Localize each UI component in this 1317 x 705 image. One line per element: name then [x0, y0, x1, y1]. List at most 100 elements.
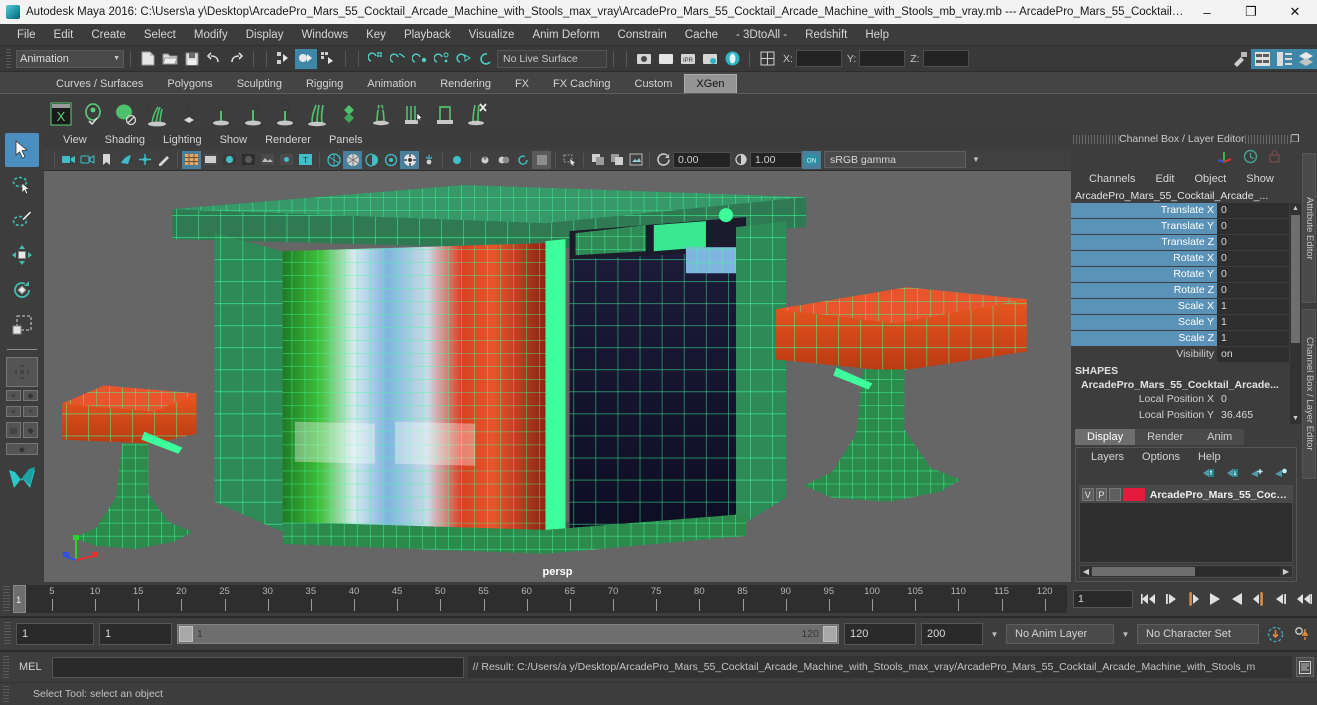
color-space-selector[interactable]: sRGB gamma [824, 151, 966, 168]
range-slider[interactable]: 1 120 [177, 624, 839, 644]
new-scene-button[interactable] [137, 49, 159, 69]
layer-playback-toggle[interactable]: P [1095, 488, 1108, 501]
channel-name[interactable]: Rotate X [1071, 251, 1217, 266]
shelf-tab-rigging[interactable]: Rigging [293, 74, 356, 93]
mel-command-input[interactable] [51, 656, 464, 678]
animation-preferences-icon[interactable] [1291, 626, 1313, 643]
hypershade-button[interactable] [721, 49, 743, 69]
bookmark-icon[interactable] [97, 151, 116, 169]
side-tab-channel-box-layer-editor[interactable]: Channel Box / Layer Editor [1302, 309, 1316, 479]
channelbox-menu-object[interactable]: Object [1184, 173, 1236, 185]
panel-grip-left[interactable] [1073, 134, 1119, 144]
layer-menu-layers[interactable]: Layers [1082, 451, 1133, 463]
two-pane-stacked-layout-button[interactable]: + [6, 406, 21, 417]
snap-to-grid-button[interactable] [365, 49, 387, 69]
channel-name[interactable]: Translate X [1071, 203, 1217, 218]
layer-move-up-icon[interactable] [1201, 467, 1216, 482]
menu-item-file[interactable]: File [8, 27, 45, 43]
menu-item-edit[interactable]: Edit [45, 27, 83, 43]
xgen-width-icon[interactable] [366, 98, 396, 130]
channel-name[interactable]: Scale Z [1071, 331, 1217, 346]
isolate-select-icon[interactable] [419, 151, 438, 169]
help-line-grip[interactable] [3, 686, 9, 702]
channel-value[interactable]: on [1217, 347, 1289, 362]
layer-scroll-thumb[interactable] [1092, 567, 1196, 576]
channel-row[interactable]: Rotate Z0 [1071, 283, 1301, 298]
undo-button[interactable] [203, 49, 225, 69]
playback-start-time-field[interactable]: 1 [99, 623, 172, 645]
make-live-button[interactable] [475, 49, 497, 69]
anim-end-time-field[interactable]: 200 [921, 623, 983, 645]
range-right-handle[interactable] [823, 626, 837, 642]
x-input[interactable] [795, 50, 842, 67]
three-pane-layout-button[interactable]: + [23, 406, 38, 417]
channel-value[interactable]: 0 [1217, 219, 1289, 234]
undock-panel-icon[interactable]: ❐ [1291, 133, 1300, 146]
shelf-tab-fx-caching[interactable]: FX Caching [541, 74, 623, 93]
input-output-connections-button[interactable] [756, 49, 778, 69]
channel-row[interactable]: Rotate X0 [1071, 251, 1301, 266]
scroll-down-icon[interactable]: ▼ [1290, 413, 1301, 424]
channel-name[interactable]: Visibility [1071, 347, 1217, 362]
grease-pencil-icon[interactable] [154, 151, 173, 169]
texture-display-icon[interactable] [258, 151, 277, 169]
channel-row[interactable]: Translate X0 [1071, 203, 1301, 218]
layer-menu-help[interactable]: Help [1189, 451, 1230, 463]
layer-tab-anim[interactable]: Anim [1195, 429, 1245, 445]
color-management-toggle-icon[interactable]: ON [802, 150, 821, 169]
viewport-menu-show[interactable]: Show [211, 134, 257, 146]
anim-start-time-field[interactable]: 1 [16, 623, 94, 645]
viewport-menu-panels[interactable]: Panels [320, 134, 372, 146]
shaded-hardware-texture-icon[interactable] [239, 151, 258, 169]
shape-node-name[interactable]: ArcadePro_Mars_55_Cocktail_Arcade... [1071, 378, 1301, 392]
channel-row[interactable]: Translate Y0 [1071, 219, 1301, 234]
channelbox-menu-edit[interactable]: Edit [1145, 173, 1184, 185]
range-row-grip[interactable] [4, 622, 11, 646]
two-pane-side-layout-button[interactable]: ◆ [23, 390, 38, 401]
shelf-tab-fx[interactable]: FX [502, 74, 542, 93]
viewport-menu-lighting[interactable]: Lighting [154, 134, 211, 146]
motion-blur-icon[interactable] [343, 150, 362, 169]
scrollbar-thumb[interactable] [1291, 215, 1300, 343]
ipr-render-button[interactable]: IPR [677, 49, 699, 69]
outliner-persp-layout-button[interactable]: ▤ [6, 422, 21, 438]
layer-horizontal-scrollbar[interactable]: ◀ ▶ [1079, 565, 1293, 578]
image-plane-icon[interactable] [116, 151, 135, 169]
shelf-tab-curves-surfaces[interactable]: Curves / Surfaces [44, 74, 156, 93]
xgen-sphere-icon[interactable] [110, 98, 140, 130]
channelbox-menu-show[interactable]: Show [1236, 173, 1284, 185]
paste-render-icon[interactable] [607, 151, 626, 169]
current-time-indicator[interactable]: 1 [13, 585, 26, 613]
channel-name[interactable]: Local Position Y [1071, 408, 1217, 423]
move-tool[interactable] [5, 238, 39, 272]
play-backwards-icon[interactable] [1205, 589, 1225, 609]
viewport-menu-shading[interactable]: Shading [96, 134, 154, 146]
viewport-3d[interactable]: persp [44, 171, 1071, 582]
modeling-toolkit-button[interactable] [1229, 49, 1251, 69]
xgen-lock-icon[interactable] [270, 98, 300, 130]
character-set-selector[interactable]: No Character Set [1137, 624, 1259, 644]
xgen-delete-icon[interactable] [462, 98, 492, 130]
open-scene-button[interactable] [159, 49, 181, 69]
channelbox-menu-channels[interactable]: Channels [1079, 173, 1145, 185]
channel-name[interactable]: Translate Z [1071, 235, 1217, 250]
channel-value[interactable]: 1 [1217, 331, 1289, 346]
layer-list[interactable]: VP ArcadePro_Mars_55_Cocktail_A [1079, 485, 1293, 563]
rotate-tool[interactable] [5, 273, 39, 307]
playback-end-time-field[interactable]: 120 [844, 623, 916, 645]
tool-settings-button[interactable] [1273, 48, 1295, 69]
step-back-keyframe-icon[interactable] [1161, 589, 1181, 609]
time-slider-grip[interactable] [3, 586, 10, 612]
anim-layer-selector[interactable]: No Anim Layer [1006, 624, 1114, 644]
channel-name[interactable]: Rotate Z [1071, 283, 1217, 298]
channel-value[interactable]: 36.465 [1217, 408, 1289, 423]
auto-keyframe-icon[interactable] [1264, 626, 1286, 643]
channel-lock-icon[interactable] [1268, 149, 1281, 167]
camera-attributes-icon[interactable] [78, 151, 97, 169]
channel-name[interactable]: Translate Y [1071, 219, 1217, 234]
layer-tab-render[interactable]: Render [1135, 429, 1196, 445]
xgen-preview-icon[interactable] [78, 98, 108, 130]
xgen-density-icon[interactable] [334, 98, 364, 130]
minimize-button[interactable]: – [1185, 0, 1229, 24]
menu-item-create[interactable]: Create [82, 27, 135, 43]
